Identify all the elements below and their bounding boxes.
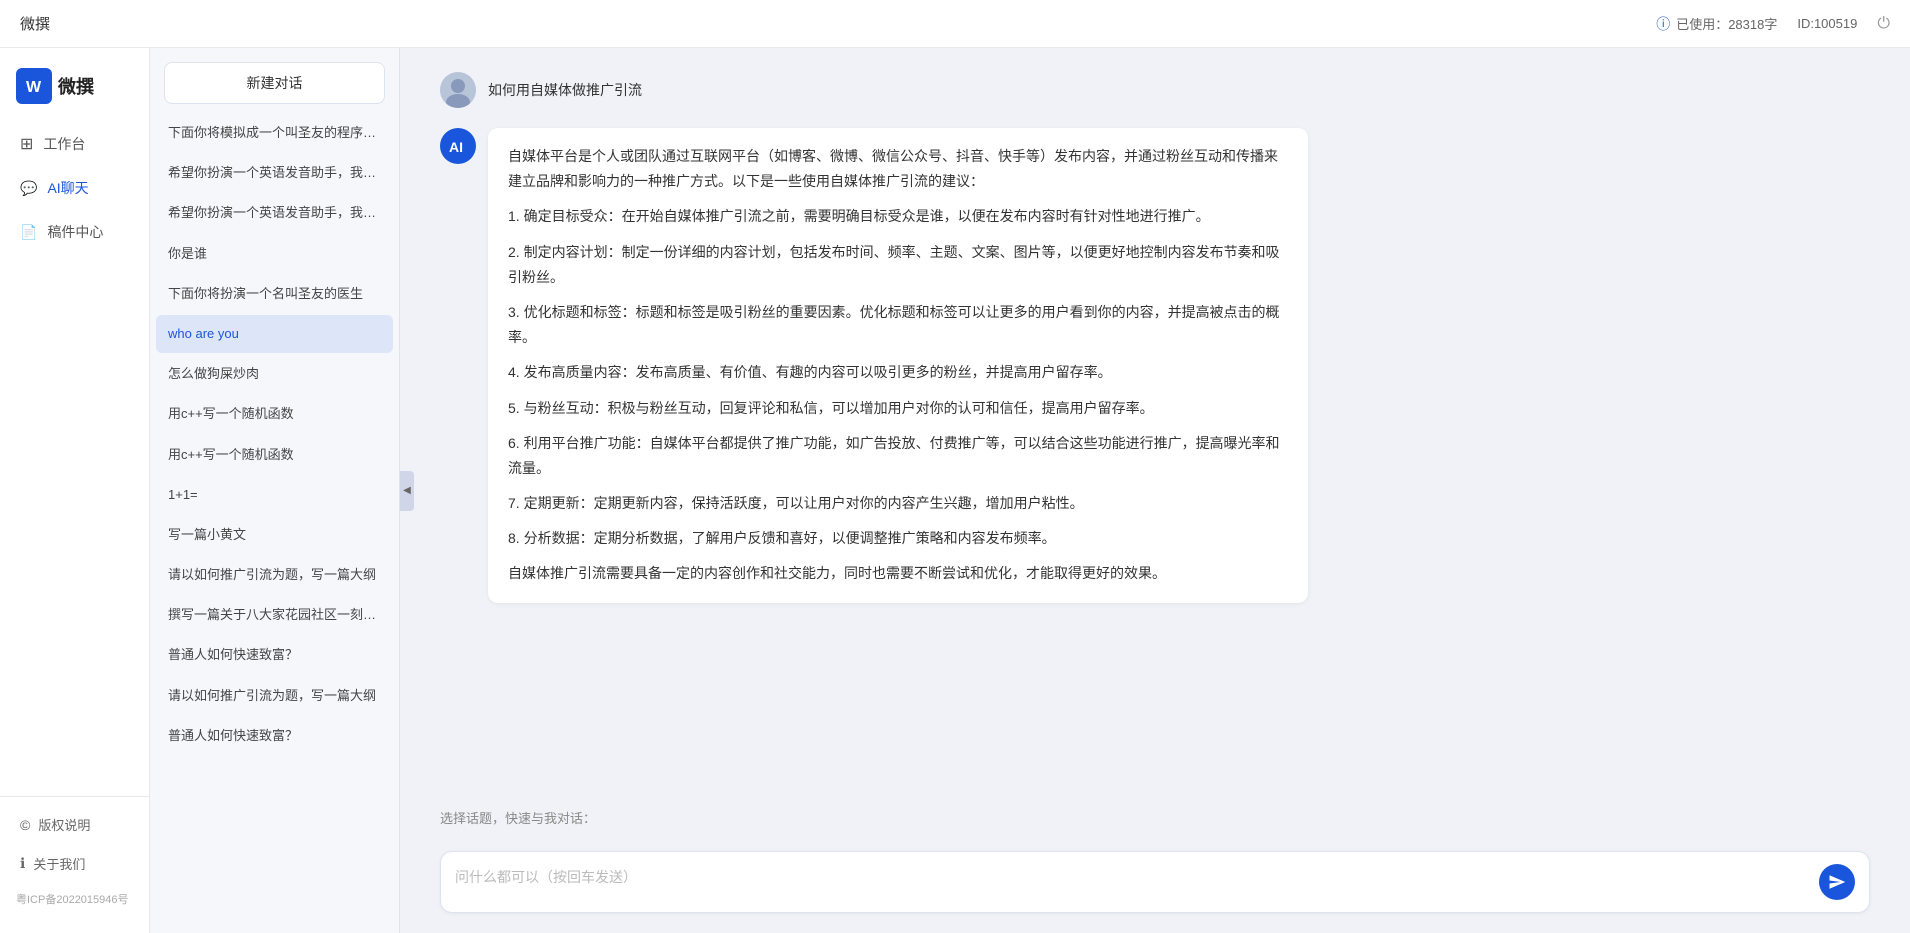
ai-paragraph: 1. 确定目标受众：在开始自媒体推广引流之前，需要明确目标受众是谁，以便在发布内… bbox=[508, 204, 1288, 229]
top-header: 微撰 ⓘ 已使用：28318字 ID:100519 ⏻ bbox=[0, 0, 1910, 48]
ai-message-bubble: 自媒体平台是个人或团队通过互联网平台（如博客、微博、微信公众号、抖音、快手等）发… bbox=[488, 128, 1308, 603]
page-title: 微撰 bbox=[20, 13, 50, 34]
ai-paragraph: 7. 定期更新：定期更新内容，保持活跃度，可以让用户对你的内容产生兴趣，增加用户… bbox=[508, 491, 1288, 516]
history-item[interactable]: 普通人如何快速致富？ bbox=[156, 636, 393, 674]
quick-topics: 选择话题，快速与我对话： bbox=[400, 798, 1910, 841]
header-right: ⓘ 已使用：28318字 ID:100519 ⏻ bbox=[1656, 14, 1890, 34]
sidebar-bottom: © 版权说明 ℹ 关于我们 粤ICP备2022015946号 bbox=[0, 796, 149, 913]
drafts-icon: 📄 bbox=[20, 224, 37, 241]
history-item[interactable]: 1+1= bbox=[156, 476, 393, 514]
usage-info: ⓘ 已使用：28318字 bbox=[1656, 14, 1777, 34]
chat-messages: 如何用自媒体做推广引流 AI 自媒体平台是个人或团队通过互联网平台（如博客、微博… bbox=[400, 48, 1910, 798]
send-button[interactable] bbox=[1819, 864, 1855, 900]
history-item[interactable]: 撰写一篇关于八大家花园社区一刻钟便民生... bbox=[156, 596, 393, 634]
ai-paragraph: 4. 发布高质量内容：发布高质量、有价值、有趣的内容可以吸引更多的粉丝，并提高用… bbox=[508, 360, 1288, 385]
sidebar-copyright[interactable]: © 版权说明 bbox=[0, 807, 149, 842]
logo-text: 微撰 bbox=[58, 73, 94, 99]
chat-input[interactable] bbox=[455, 862, 1819, 902]
sidebar-item-drafts-label: 稿件中心 bbox=[47, 222, 103, 242]
history-panel: 新建对话 下面你将模拟成一个叫圣友的程序员，我说...希望你扮演一个英语发音助手… bbox=[150, 48, 400, 933]
history-item[interactable]: 请以如何推广引流为题，写一篇大纲 bbox=[156, 556, 393, 594]
history-item[interactable]: 用c++写一个随机函数 bbox=[156, 395, 393, 433]
logo-icon: W bbox=[16, 68, 52, 104]
usage-icon: ⓘ bbox=[1656, 14, 1670, 34]
sidebar-copyright-label: 版权说明 bbox=[38, 815, 90, 834]
history-item[interactable]: 下面你将扮演一个名叫圣友的医生 bbox=[156, 275, 393, 313]
ai-avatar: AI bbox=[440, 128, 476, 164]
about-icon: ℹ bbox=[20, 855, 25, 872]
user-avatar bbox=[440, 72, 476, 108]
history-item[interactable]: 请以如何推广引流为题，写一篇大纲 bbox=[156, 677, 393, 715]
history-item[interactable]: 写一篇小黄文 bbox=[156, 516, 393, 554]
ai-paragraph: 2. 制定内容计划：制定一份详细的内容计划，包括发布时间、频率、主题、文案、图片… bbox=[508, 240, 1288, 290]
sidebar-item-ai-chat[interactable]: 💬 AI聊天 bbox=[0, 168, 149, 208]
power-icon[interactable]: ⏻ bbox=[1877, 15, 1890, 33]
sidebar-item-drafts[interactable]: 📄 稿件中心 bbox=[0, 212, 149, 252]
workbench-icon: ⊞ bbox=[20, 134, 33, 154]
sidebar-nav: ⊞ 工作台 💬 AI聊天 📄 稿件中心 bbox=[0, 124, 149, 796]
sidebar-item-workbench[interactable]: ⊞ 工作台 bbox=[0, 124, 149, 164]
history-item[interactable]: 你是谁 bbox=[156, 235, 393, 273]
input-area bbox=[400, 841, 1910, 933]
new-conversation-button[interactable]: 新建对话 bbox=[164, 62, 385, 104]
sidebar-about-label: 关于我们 bbox=[33, 854, 85, 873]
svg-text:AI: AI bbox=[449, 139, 463, 155]
ai-paragraph: 3. 优化标题和标签：标题和标签是吸引粉丝的重要因素。优化标题和标签可以让更多的… bbox=[508, 300, 1288, 350]
usage-text: 已使用：28318字 bbox=[1676, 14, 1777, 33]
history-item[interactable]: 怎么做狗屎炒肉 bbox=[156, 355, 393, 393]
sidebar-about[interactable]: ℹ 关于我们 bbox=[0, 846, 149, 881]
history-item[interactable]: 希望你扮演一个英语发音助手，我提供给你... bbox=[156, 194, 393, 232]
collapse-button[interactable]: ◀ bbox=[400, 471, 414, 511]
history-item[interactable]: 下面你将模拟成一个叫圣友的程序员，我说... bbox=[156, 114, 393, 152]
sidebar-item-workbench-label: 工作台 bbox=[43, 134, 85, 154]
history-item[interactable]: who are you bbox=[156, 315, 393, 353]
ai-paragraph: 自媒体平台是个人或团队通过互联网平台（如博客、微博、微信公众号、抖音、快手等）发… bbox=[508, 144, 1288, 194]
id-text: ID:100519 bbox=[1797, 16, 1857, 31]
history-item[interactable]: 希望你扮演一个英语发音助手，我提供给你... bbox=[156, 154, 393, 192]
ai-paragraph: 5. 与粉丝互动：积极与粉丝互动，回复评论和私信，可以增加用户对你的认可和信任，… bbox=[508, 396, 1288, 421]
ai-chat-icon: 💬 bbox=[20, 180, 37, 197]
sidebar-item-ai-chat-label: AI聊天 bbox=[47, 178, 88, 198]
ai-paragraph: 自媒体推广引流需要具备一定的内容创作和社交能力，同时也需要不断尝试和优化，才能取… bbox=[508, 561, 1288, 586]
left-sidebar: W 微撰 ⊞ 工作台 💬 AI聊天 📄 稿件中心 © 版权说明 bbox=[0, 48, 150, 933]
main-layout: W 微撰 ⊞ 工作台 💬 AI聊天 📄 稿件中心 © 版权说明 bbox=[0, 48, 1910, 933]
quick-topics-label: 选择话题，快速与我对话： bbox=[440, 808, 1870, 827]
chat-area: 如何用自媒体做推广引流 AI 自媒体平台是个人或团队通过互联网平台（如博客、微博… bbox=[400, 48, 1910, 933]
user-message-text: 如何用自媒体做推广引流 bbox=[488, 72, 642, 100]
history-item[interactable]: 用c++写一个随机函数 bbox=[156, 436, 393, 474]
input-wrapper bbox=[440, 851, 1870, 913]
user-message: 如何用自媒体做推广引流 bbox=[440, 72, 1870, 108]
history-item[interactable]: 普通人如何快速致富？ bbox=[156, 717, 393, 755]
svg-text:W: W bbox=[26, 79, 42, 96]
copyright-icon: © bbox=[20, 817, 30, 833]
icp-text: 粤ICP备2022015946号 bbox=[0, 885, 149, 913]
ai-paragraph: 8. 分析数据：定期分析数据，了解用户反馈和喜好，以便调整推广策略和内容发布频率… bbox=[508, 526, 1288, 551]
ai-paragraph: 6. 利用平台推广功能：自媒体平台都提供了推广功能，如广告投放、付费推广等，可以… bbox=[508, 431, 1288, 481]
sidebar-logo: W 微撰 bbox=[0, 68, 149, 124]
ai-message: AI 自媒体平台是个人或团队通过互联网平台（如博客、微博、微信公众号、抖音、快手… bbox=[440, 128, 1870, 603]
history-list: 下面你将模拟成一个叫圣友的程序员，我说...希望你扮演一个英语发音助手，我提供给… bbox=[150, 114, 399, 933]
